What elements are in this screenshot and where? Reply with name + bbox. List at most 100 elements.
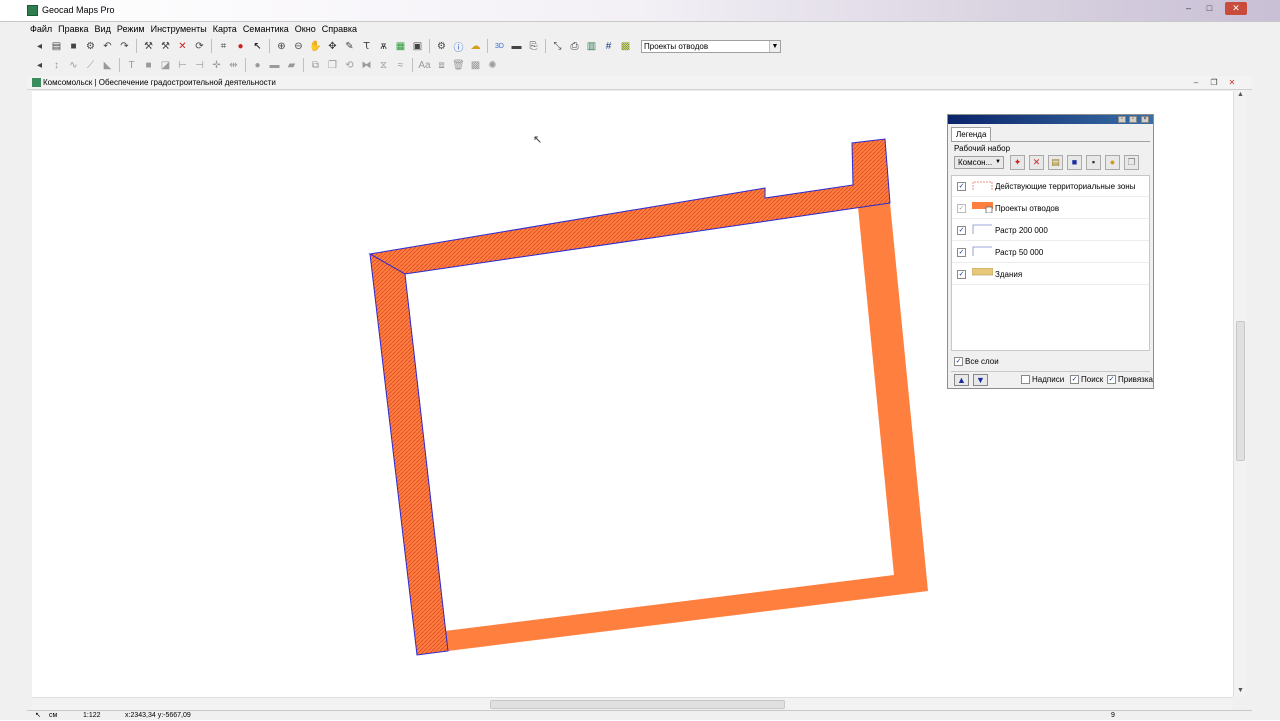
tab-legend[interactable]: Легенда <box>951 127 992 141</box>
delete-layer-icon[interactable]: ✕ <box>1029 155 1044 170</box>
properties-icon[interactable]: ⚙ <box>83 39 98 54</box>
menu-edit[interactable]: Правка <box>55 22 91 36</box>
square-icon[interactable]: ■ <box>141 58 156 73</box>
menu-mode[interactable]: Режим <box>114 22 148 36</box>
settings-icon[interactable]: ⚙ <box>434 39 449 54</box>
horizontal-scroll-thumb[interactable] <box>490 700 785 709</box>
zoom-in-icon[interactable]: ⊕ <box>274 39 289 54</box>
snap-icon[interactable]: ◪ <box>158 58 173 73</box>
chevron-down-icon[interactable]: ▼ <box>769 41 780 52</box>
raster-icon[interactable]: ▩ <box>618 39 633 54</box>
layer-checkbox[interactable]: ✓ <box>957 182 966 191</box>
arrow-left-icon[interactable]: ◂ <box>32 39 47 54</box>
legend-pin-icon[interactable]: ▫ <box>1118 116 1126 123</box>
list-item[interactable]: ✓ Здания <box>952 264 1149 285</box>
list-item[interactable]: ✓ Действующие территориальные зоны <box>952 176 1149 197</box>
merge-icon[interactable]: ⧓ <box>359 58 374 73</box>
copy-icon[interactable]: ❐ <box>325 58 340 73</box>
group-icon[interactable]: ⧈ <box>434 58 449 73</box>
tools-icon[interactable]: ⚒ <box>141 39 156 54</box>
pen-icon[interactable]: ✎ <box>342 39 357 54</box>
circle-icon[interactable]: ● <box>250 58 265 73</box>
trash-icon[interactable]: 🗑 <box>451 58 466 73</box>
record-icon[interactable]: ● <box>233 39 248 54</box>
pan-icon[interactable]: ✋ <box>308 39 323 54</box>
parcel-left-band[interactable] <box>369 253 449 656</box>
working-set-select[interactable]: Комсон... ▼ <box>954 156 1004 169</box>
resize-icon[interactable]: ⇹ <box>226 58 241 73</box>
layer-checkbox[interactable]: ✓ <box>957 270 966 279</box>
3d-icon[interactable]: 3D <box>492 39 507 54</box>
polyline-icon[interactable]: ⟋ <box>83 58 98 73</box>
binoculars-icon[interactable]: ѫ <box>376 39 391 54</box>
open-folder-icon[interactable]: ▤ <box>49 39 64 54</box>
menu-window[interactable]: Окно <box>292 22 319 36</box>
layer-checkbox[interactable]: ✓ <box>957 226 966 235</box>
layer-checkbox[interactable]: ✓ <box>957 248 966 257</box>
labels-option[interactable]: Надписи <box>1021 375 1064 385</box>
search-checkbox[interactable]: ✓ <box>1070 375 1079 385</box>
font-icon[interactable]: Aa <box>417 58 432 73</box>
export-icon[interactable]: ⎘ <box>526 39 541 54</box>
calc-icon[interactable]: ▥ <box>584 39 599 54</box>
stamp-icon[interactable]: ▩ <box>468 58 483 73</box>
cloud-icon[interactable]: ☁ <box>468 39 483 54</box>
frame-icon[interactable]: ▣ <box>410 39 425 54</box>
doc-minimize-icon[interactable]: – <box>1189 77 1203 88</box>
lock-icon[interactable]: ● <box>1105 155 1120 170</box>
rect-icon[interactable]: ▬ <box>267 58 282 73</box>
tools2-icon[interactable]: ⚒ <box>158 39 173 54</box>
scroll-up-icon[interactable]: ▲ <box>1234 91 1247 101</box>
menu-view[interactable]: Вид <box>92 22 114 36</box>
vertical-scrollbar[interactable]: ▲ ▼ <box>1233 91 1246 697</box>
close-icon[interactable]: ✕ <box>1225 2 1247 15</box>
horizontal-scrollbar[interactable] <box>32 697 1233 710</box>
smooth-icon[interactable]: ≈ <box>393 58 408 73</box>
legend-title-bar[interactable]: ▫ ▫ × <box>948 115 1153 124</box>
maximize-icon[interactable]: □ <box>1201 2 1218 15</box>
parcel-right-band[interactable] <box>445 203 928 651</box>
color-layers-icon[interactable]: ▦ <box>393 39 408 54</box>
search-option[interactable]: ✓ Поиск <box>1070 375 1103 385</box>
info-icon[interactable]: ⓘ <box>451 39 466 54</box>
mirror-icon[interactable]: ⧉ <box>308 58 323 73</box>
menu-map[interactable]: Карта <box>210 22 240 36</box>
center-icon[interactable]: ✥ <box>325 39 340 54</box>
doc-restore-icon[interactable]: ❐ <box>1207 77 1221 88</box>
list-item[interactable]: ✓ Проекты отводов <box>952 198 1149 219</box>
move-layer-down-icon[interactable]: ▼ <box>973 374 988 386</box>
move-layer-up-icon[interactable]: ▲ <box>954 374 969 386</box>
zoom-out-icon[interactable]: ⊖ <box>291 39 306 54</box>
distribute-icon[interactable]: ⊣ <box>192 58 207 73</box>
parcel-top-band[interactable] <box>368 138 891 275</box>
layer-checkbox[interactable]: ✓ <box>957 204 966 213</box>
doc-close-icon[interactable]: ✕ <box>1225 77 1239 88</box>
gear-icon[interactable]: ✺ <box>485 58 500 73</box>
add-layer-icon[interactable]: ✦ <box>1010 155 1025 170</box>
delete-icon[interactable]: ✕ <box>175 39 190 54</box>
menu-semantics[interactable]: Семантика <box>240 22 292 36</box>
snap-checkbox[interactable]: ✓ <box>1107 375 1116 385</box>
refresh-icon[interactable]: ⟳ <box>192 39 207 54</box>
menu-help[interactable]: Справка <box>319 22 360 36</box>
menu-file[interactable]: Файл <box>27 22 55 36</box>
move-icon[interactable]: ✛ <box>209 58 224 73</box>
image-icon[interactable]: ▬ <box>509 39 524 54</box>
list-item[interactable]: ✓ Растр 200 000 <box>952 220 1149 241</box>
save-icon[interactable]: ▪ <box>1086 155 1101 170</box>
arrow-left-icon[interactable]: ◂ <box>32 58 47 73</box>
vertical-line-icon[interactable]: ↕ <box>49 58 64 73</box>
parallelogram-icon[interactable]: ▰ <box>284 58 299 73</box>
list-item[interactable]: ✓ Растр 50 000 <box>952 242 1149 263</box>
save-as-icon[interactable]: ■ <box>1067 155 1082 170</box>
labels-checkbox[interactable] <box>1021 375 1030 385</box>
layers-icon[interactable]: Ꚍ <box>359 39 374 54</box>
text-icon[interactable]: T <box>124 58 139 73</box>
open-folder-icon[interactable]: ▤ <box>1048 155 1063 170</box>
rotate-icon[interactable]: ⟲ <box>342 58 357 73</box>
grid-icon[interactable]: # <box>601 39 616 54</box>
scroll-down-icon[interactable]: ▼ <box>1234 687 1247 697</box>
measure-icon[interactable]: ⤡ <box>550 39 565 54</box>
fill-icon[interactable]: ◣ <box>100 58 115 73</box>
legend-close-icon[interactable]: × <box>1141 116 1149 123</box>
